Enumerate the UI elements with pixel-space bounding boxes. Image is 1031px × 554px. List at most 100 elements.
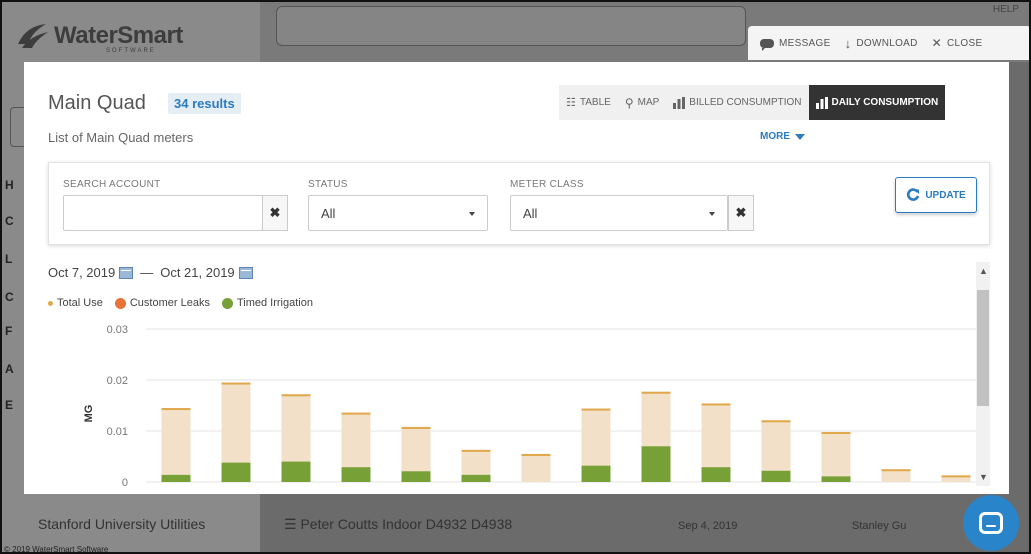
background-row-date: Sep 4, 2019 <box>678 520 738 532</box>
date-range: Oct 7, 2019 — Oct 21, 2019 <box>48 265 253 280</box>
close-label: CLOSE <box>947 37 983 49</box>
logo: WaterSmart <box>16 22 183 50</box>
status-select[interactable]: All <box>308 195 488 231</box>
calendar-icon[interactable] <box>119 266 134 279</box>
map-pin-icon: ⚲ <box>624 95 634 110</box>
tab-daily-consumption[interactable]: DAILY CONSUMPTION <box>808 85 946 120</box>
tab-billed-consumption[interactable]: BILLED CONSUMPTION <box>666 85 809 120</box>
bar-total-use-cap <box>401 426 431 429</box>
background-row-meter-text: Peter Coutts Indoor D4932 D4938 <box>300 516 513 532</box>
daily-consumption-chart: 0 0.01 0.02 0.03 MG <box>83 324 986 487</box>
meter-class-label: METER CLASS <box>510 179 584 190</box>
meter-class-select[interactable]: All <box>510 195 728 231</box>
close-button[interactable]: ✕ CLOSE <box>932 36 983 50</box>
meter-group-modal: Main Quad 34 results List of Main Quad m… <box>24 62 1009 494</box>
tab-table-label: TABLE <box>579 97 611 108</box>
bar-total-use-cap <box>161 408 191 411</box>
bar-timed-irrigation <box>341 467 371 482</box>
bar-timed-irrigation <box>221 462 251 482</box>
search-account-input[interactable] <box>63 195 263 231</box>
meter-class-select-value: All <box>523 206 538 221</box>
bar-total-use-cap <box>281 394 311 397</box>
bar-total-use-cap <box>641 391 671 394</box>
background-search-box <box>276 6 746 46</box>
logo-subtext: SOFTWARE <box>106 48 156 54</box>
y-tick-label: 0 <box>122 477 128 487</box>
clear-search-button[interactable]: ✖ <box>262 195 288 231</box>
bar-timed-irrigation <box>761 470 791 482</box>
bar-timed-irrigation <box>821 476 851 482</box>
download-label: DOWNLOAD <box>856 37 918 49</box>
update-button[interactable]: UPDATE <box>895 177 977 213</box>
help-link[interactable]: HELP <box>993 4 1019 15</box>
tab-table[interactable]: ☷ TABLE <box>559 85 618 120</box>
close-icon: ✖ <box>269 205 281 220</box>
close-icon: ✕ <box>931 36 943 50</box>
background-row-name: Stanford University Utilities <box>38 516 206 532</box>
bar-timed-irrigation <box>641 446 671 482</box>
tab-map[interactable]: ⚲ MAP <box>617 85 667 120</box>
bar-timed-irrigation <box>401 471 431 482</box>
bar-timed-irrigation <box>461 474 491 482</box>
tab-billed-consumption-label: BILLED CONSUMPTION <box>689 97 802 108</box>
status-label: STATUS <box>308 179 348 190</box>
bar-timed-irrigation <box>581 465 611 482</box>
tab-map-label: MAP <box>637 97 660 108</box>
clear-meter-class-button[interactable]: ✖ <box>728 195 754 231</box>
chat-icon <box>979 512 1003 534</box>
footer-copyright: © 2019 WaterSmart Software <box>4 545 109 554</box>
logo-text: WaterSmart <box>54 22 183 49</box>
message-label: MESSAGE <box>779 37 831 49</box>
results-badge: 34 results <box>168 93 241 114</box>
bar-total-use <box>521 453 551 482</box>
search-account-label: SEARCH ACCOUNT <box>63 179 161 190</box>
tab-daily-consumption-label: DAILY CONSUMPTION <box>831 97 939 108</box>
bar-total-use-cap <box>821 432 851 435</box>
bar-chart-icon <box>673 96 686 109</box>
bar-total-use-cap <box>701 403 731 406</box>
download-icon: ↓ <box>844 35 852 51</box>
bar-timed-irrigation <box>161 474 191 482</box>
bar-total-use-cap <box>941 475 971 478</box>
view-tabs: ☷ TABLE ⚲ MAP BILLED CONSUMPTION DAILY C… <box>559 85 946 120</box>
bar-total-use-cap <box>881 469 911 472</box>
page-subtitle: List of Main Quad meters <box>48 130 194 145</box>
date-end: Oct 21, 2019 <box>160 265 235 280</box>
refresh-icon <box>907 188 920 201</box>
table-icon: ☷ <box>566 97 576 109</box>
background-row-meter: ☰ Peter Coutts Indoor D4932 D4938 <box>284 516 513 532</box>
chevron-down-icon <box>709 212 715 216</box>
message-button[interactable]: MESSAGE <box>760 37 831 51</box>
date-start: Oct 7, 2019 <box>48 265 116 280</box>
calendar-icon[interactable] <box>238 266 253 279</box>
y-axis-title: MG <box>83 405 95 423</box>
status-select-value: All <box>321 206 336 221</box>
bar-timed-irrigation <box>701 467 731 482</box>
water-drop-logo-icon <box>18 24 48 48</box>
chat-launcher-button[interactable] <box>963 495 1019 551</box>
scroll-up-icon[interactable]: ▲ <box>979 266 988 276</box>
y-tick-label: 0.01 <box>107 426 128 438</box>
bar-total-use-cap <box>221 382 251 385</box>
caret-down-icon <box>795 133 805 140</box>
filter-panel: SEARCH ACCOUNT ✖ STATUS All METER CLASS … <box>48 162 990 245</box>
chevron-down-icon <box>469 212 475 216</box>
scroll-down-icon[interactable]: ▼ <box>979 472 988 482</box>
bar-total-use-cap <box>521 453 551 456</box>
bar-total-use-cap <box>581 408 611 411</box>
bar-chart-icon <box>815 96 828 109</box>
y-tick-label: 0.03 <box>107 324 128 336</box>
background-row-user: Stanley Gu <box>852 520 907 532</box>
scrollbar-thumb[interactable] <box>977 290 989 406</box>
download-button[interactable]: ↓ DOWNLOAD <box>845 36 918 51</box>
more-toggle[interactable]: MORE <box>760 131 805 142</box>
modal-toolbar: MESSAGE ↓ DOWNLOAD ✕ CLOSE <box>748 26 1029 60</box>
chart-scrollbar[interactable]: ▲ ▼ <box>976 262 990 486</box>
close-icon: ✖ <box>735 205 747 220</box>
message-icon <box>760 38 774 51</box>
bar-total-use-cap <box>761 420 791 423</box>
y-tick-label: 0.02 <box>107 375 128 387</box>
bar-total-use <box>821 432 851 482</box>
app-window: WaterSmart SOFTWARE HELP H C L C F A E S… <box>0 0 1031 554</box>
bar-total-use-cap <box>461 449 491 452</box>
